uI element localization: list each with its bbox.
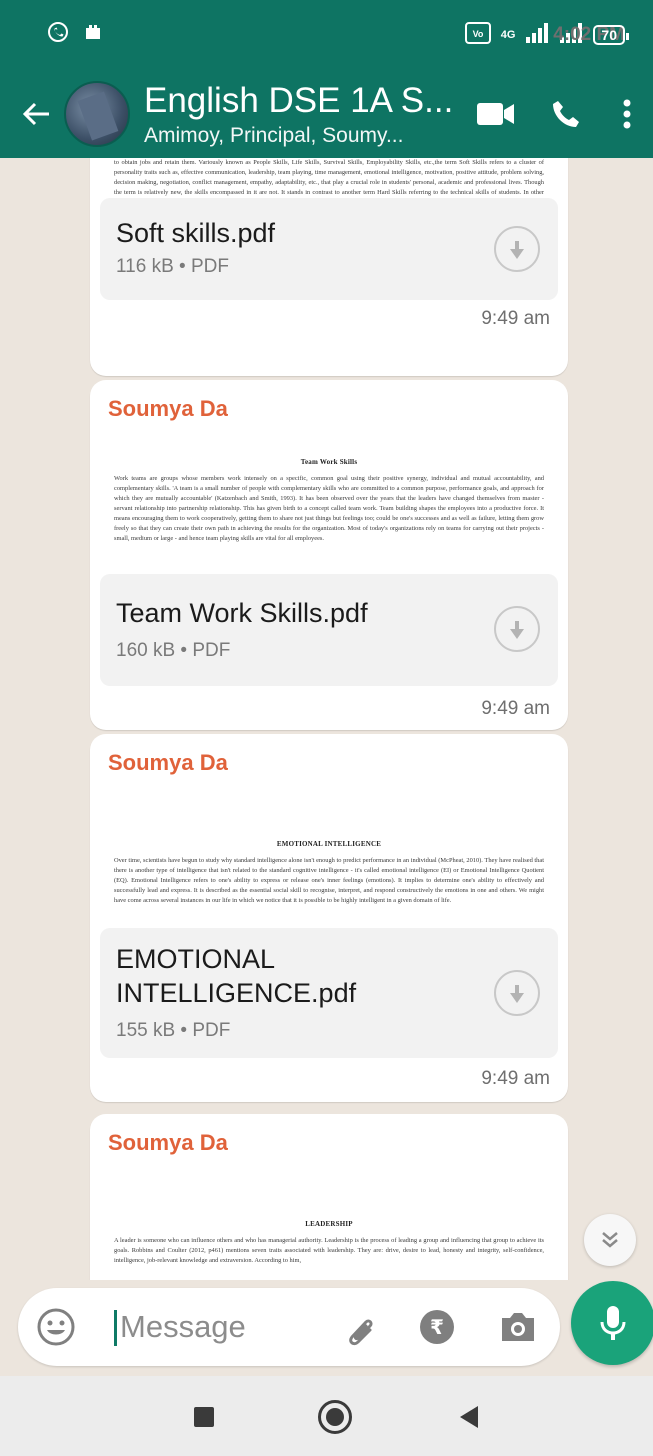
system-back-button[interactable]: [460, 1406, 478, 1428]
attach-button[interactable]: [340, 1308, 380, 1353]
message-bubble: to obtain jobs and retain them. Variousl…: [90, 158, 568, 376]
back-button[interactable]: [8, 84, 64, 144]
pdf-preview[interactable]: Team Work Skills Work teams are groups w…: [100, 442, 558, 592]
pdf-preview-text: A leader is someone who can influence ot…: [114, 1237, 544, 1264]
file-name: Team Work Skills.pdf: [116, 598, 368, 628]
message-bubble: Soumya Da LEADERSHIP A leader is someone…: [90, 1114, 568, 1280]
status-bar: 4:02 PM Vo 4G 70: [0, 0, 653, 70]
recent-apps-button[interactable]: [194, 1407, 214, 1427]
file-attachment[interactable]: Team Work Skills.pdf 160 kB • PDF: [100, 574, 558, 686]
title-bar: English DSE 1A S... Amimoy, Principal, S…: [0, 70, 653, 158]
voice-message-button[interactable]: [571, 1281, 653, 1365]
whatsapp-notification-icon: [46, 20, 70, 50]
sender-name: Soumya Da: [108, 1130, 228, 1155]
download-button[interactable]: [494, 606, 540, 652]
status-icons: Vo 4G 70: [464, 22, 629, 48]
chat-participants: Amimoy, Principal, Soumy...: [144, 124, 404, 147]
sender-name: Soumya Da: [108, 396, 228, 421]
rupee-icon: ₹: [430, 1316, 444, 1339]
pdf-preview-title: LEADERSHIP: [305, 1220, 353, 1228]
message-time: 9:49 am: [481, 698, 550, 719]
group-avatar[interactable]: [64, 81, 130, 147]
chat-title: English DSE 1A S...: [144, 81, 454, 120]
download-button[interactable]: [494, 226, 540, 272]
more-options-icon: [623, 99, 631, 129]
svg-text:Vo: Vo: [472, 29, 483, 39]
pdf-preview-title: Team Work Skills: [300, 458, 358, 466]
paperclip-icon: [349, 1319, 373, 1346]
camera-button[interactable]: [498, 1308, 538, 1351]
back-arrow-icon: [22, 102, 49, 126]
text-cursor: [114, 1310, 117, 1346]
network-label: 4G: [500, 29, 516, 41]
file-meta: 160 kB • PDF: [116, 640, 231, 661]
home-button[interactable]: [318, 1400, 352, 1434]
microphone-icon: [600, 1306, 626, 1340]
file-meta: 116 kB • PDF: [116, 256, 229, 277]
chat-header: 4:02 PM Vo 4G 70 English DSE 1A S... Ami…: [0, 0, 653, 158]
file-meta: 155 kB • PDF: [116, 1020, 231, 1041]
file-name: Soft skills.pdf: [116, 218, 276, 248]
chevron-double-down-icon: [602, 1232, 618, 1248]
message-input[interactable]: [120, 1306, 330, 1348]
camera-icon: [502, 1313, 534, 1341]
file-attachment[interactable]: Soft skills.pdf 116 kB • PDF: [100, 198, 558, 300]
pdf-preview-text: Work teams are groups whose members work…: [114, 475, 544, 542]
message-bubble: Soumya Da EMOTIONAL INTELLIGENCE Over ti…: [90, 734, 568, 1102]
chat-messages[interactable]: to obtain jobs and retain them. Variousl…: [0, 158, 653, 1280]
pdf-preview[interactable]: LEADERSHIP A leader is someone who can i…: [100, 1176, 558, 1280]
chat-info[interactable]: English DSE 1A S... Amimoy, Principal, S…: [144, 80, 461, 148]
sender-name: Soumya Da: [108, 750, 228, 775]
voice-call-button[interactable]: [531, 79, 601, 149]
emoji-button[interactable]: [36, 1307, 76, 1352]
battery-icon: 70: [593, 25, 629, 45]
pdf-preview-title: EMOTIONAL INTELLIGENCE: [276, 840, 382, 848]
signal-icon: [525, 23, 549, 47]
scroll-to-bottom-button[interactable]: [584, 1214, 636, 1266]
message-bubble: Soumya Da Team Work Skills Work teams ar…: [90, 380, 568, 730]
file-attachment[interactable]: EMOTIONAL INTELLIGENCE.pdf 155 kB • PDF: [100, 928, 558, 1058]
system-navigation-bar: [0, 1376, 653, 1456]
emoji-icon: [37, 1308, 75, 1346]
more-options-button[interactable]: [601, 79, 653, 149]
video-call-button[interactable]: [461, 79, 531, 149]
download-button[interactable]: [494, 970, 540, 1016]
volte-icon: Vo: [464, 22, 491, 48]
message-time: 9:49 am: [481, 1068, 550, 1089]
file-name: EMOTIONAL INTELLIGENCE.pdf: [116, 944, 357, 1008]
notification-icon: [84, 23, 102, 47]
phone-icon: [553, 101, 579, 127]
pdf-preview[interactable]: EMOTIONAL INTELLIGENCE Over time, scient…: [100, 796, 558, 946]
video-call-icon: [477, 103, 514, 125]
pdf-preview-text: Over time, scientists have begun to stud…: [114, 857, 544, 904]
message-time: 9:49 am: [481, 308, 550, 329]
compose-bar: ₹: [18, 1288, 560, 1366]
payment-button[interactable]: ₹: [420, 1310, 454, 1344]
